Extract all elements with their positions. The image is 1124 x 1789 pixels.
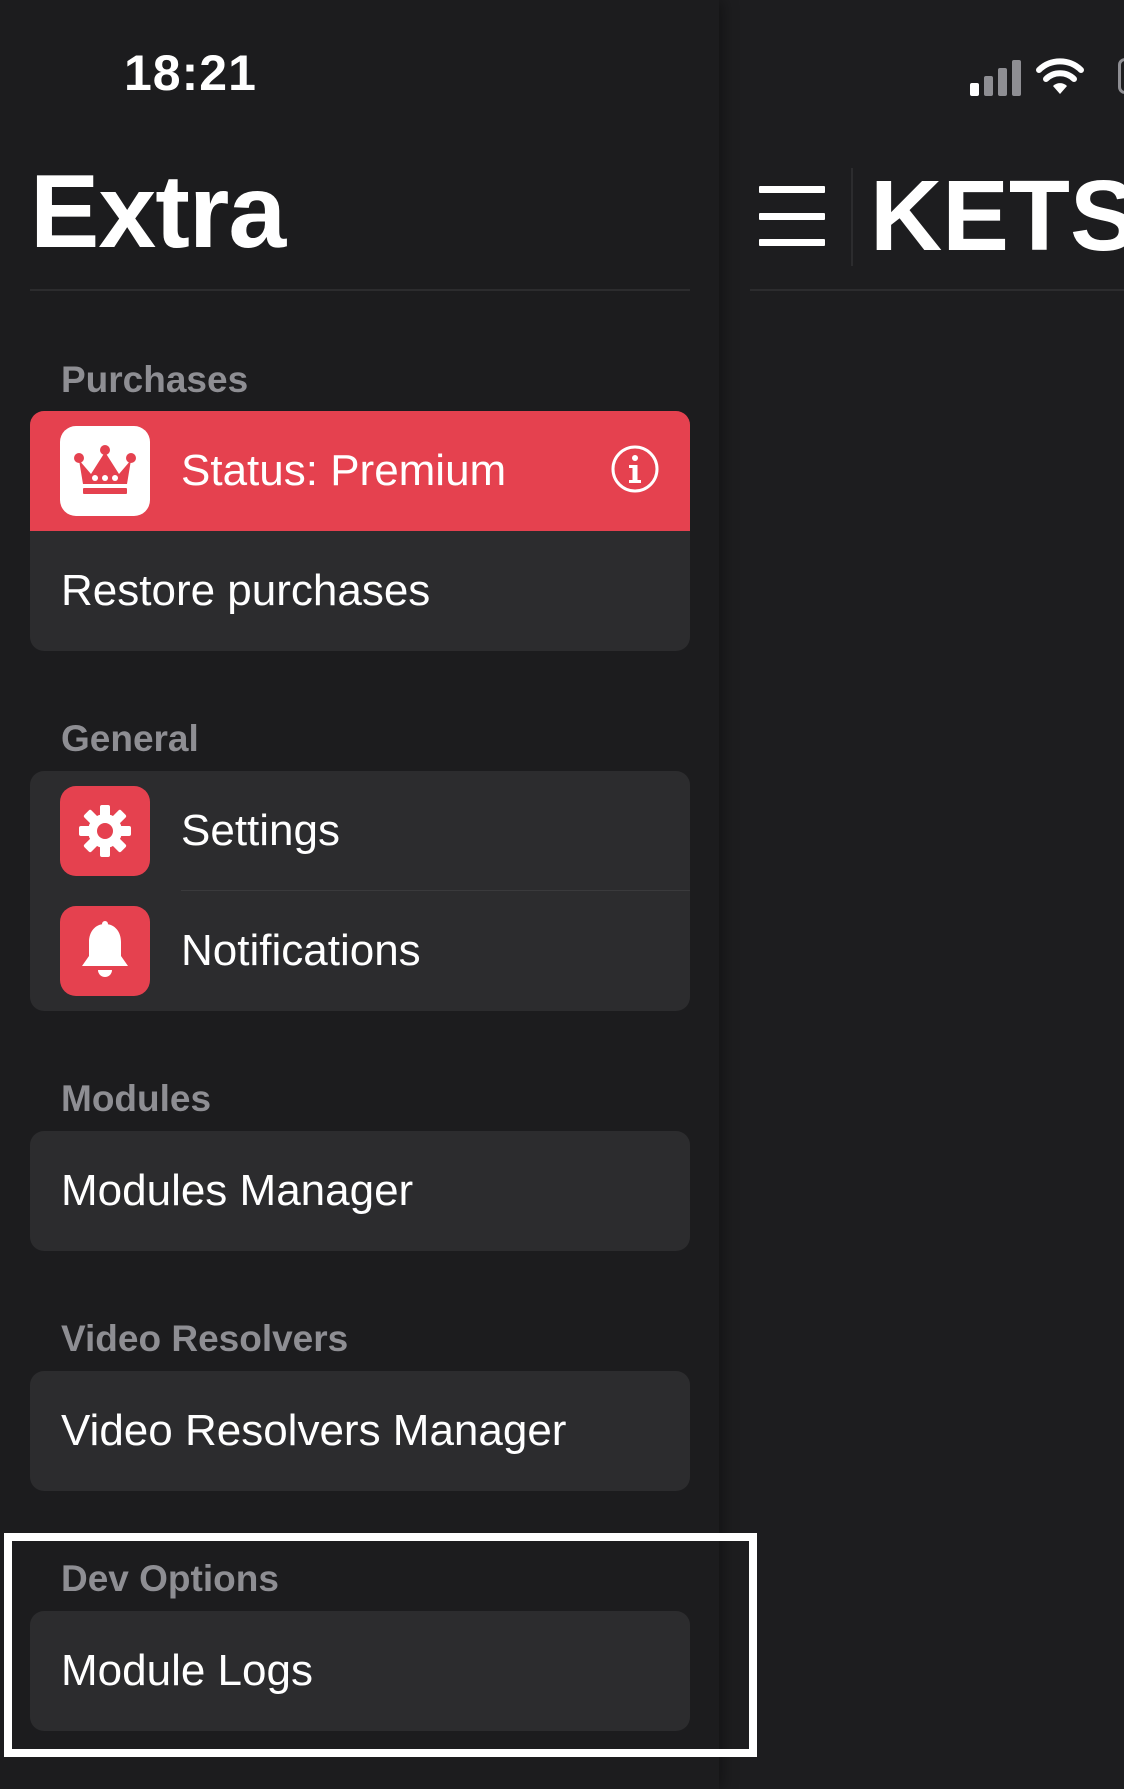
title-divider	[30, 289, 690, 291]
cellular-signal-icon	[970, 56, 1021, 96]
battery-icon	[1118, 58, 1124, 94]
dev-options-group: Module Logs	[30, 1611, 690, 1731]
section-header-purchases: Purchases	[61, 359, 249, 400]
restore-purchases-label: Restore purchases	[61, 566, 431, 615]
gear-icon	[60, 786, 150, 876]
section-header-modules: Modules	[61, 1078, 212, 1119]
screen: KETS 18:21 Extra Purchases Status: Premi…	[0, 0, 1124, 1789]
premium-status-row[interactable]: Status: Premium	[30, 411, 690, 531]
restore-purchases-row[interactable]: Restore purchases	[30, 531, 690, 651]
hamburger-menu-icon[interactable]	[759, 186, 825, 246]
modules-group: Modules Manager	[30, 1131, 690, 1251]
modules-manager-row[interactable]: Modules Manager	[30, 1131, 690, 1251]
settings-label: Settings	[181, 806, 340, 855]
modules-manager-label: Modules Manager	[61, 1166, 414, 1215]
sidebar: 18:21 Extra Purchases Status: Premium Re…	[0, 0, 719, 1789]
general-group: Settings Notifications	[30, 771, 690, 1011]
section-header-video-resolvers: Video Resolvers	[61, 1318, 349, 1359]
premium-status-label: Status: Premium	[181, 446, 507, 495]
crown-icon	[60, 426, 150, 516]
bell-icon	[60, 906, 150, 996]
module-logs-row[interactable]: Module Logs	[30, 1611, 690, 1731]
wifi-icon	[1036, 58, 1084, 94]
section-header-dev-options: Dev Options	[61, 1558, 279, 1599]
main-title-divider	[750, 289, 1124, 291]
section-header-general: General	[61, 718, 199, 759]
main-title: KETS	[870, 160, 1124, 272]
page-title: Extra	[30, 154, 286, 270]
status-icons	[970, 50, 1085, 96]
purchases-group: Status: Premium Restore purchases	[30, 411, 690, 651]
notifications-row[interactable]: Notifications	[30, 891, 690, 1011]
info-icon[interactable]	[610, 444, 660, 494]
status-time: 18:21	[124, 45, 257, 101]
header-divider	[851, 168, 853, 266]
video-resolvers-manager-row[interactable]: Video Resolvers Manager	[30, 1371, 690, 1491]
settings-row[interactable]: Settings	[30, 771, 690, 891]
notifications-label: Notifications	[181, 926, 421, 975]
video-resolvers-manager-label: Video Resolvers Manager	[61, 1406, 567, 1455]
video-resolvers-group: Video Resolvers Manager	[30, 1371, 690, 1491]
module-logs-label: Module Logs	[61, 1646, 313, 1695]
